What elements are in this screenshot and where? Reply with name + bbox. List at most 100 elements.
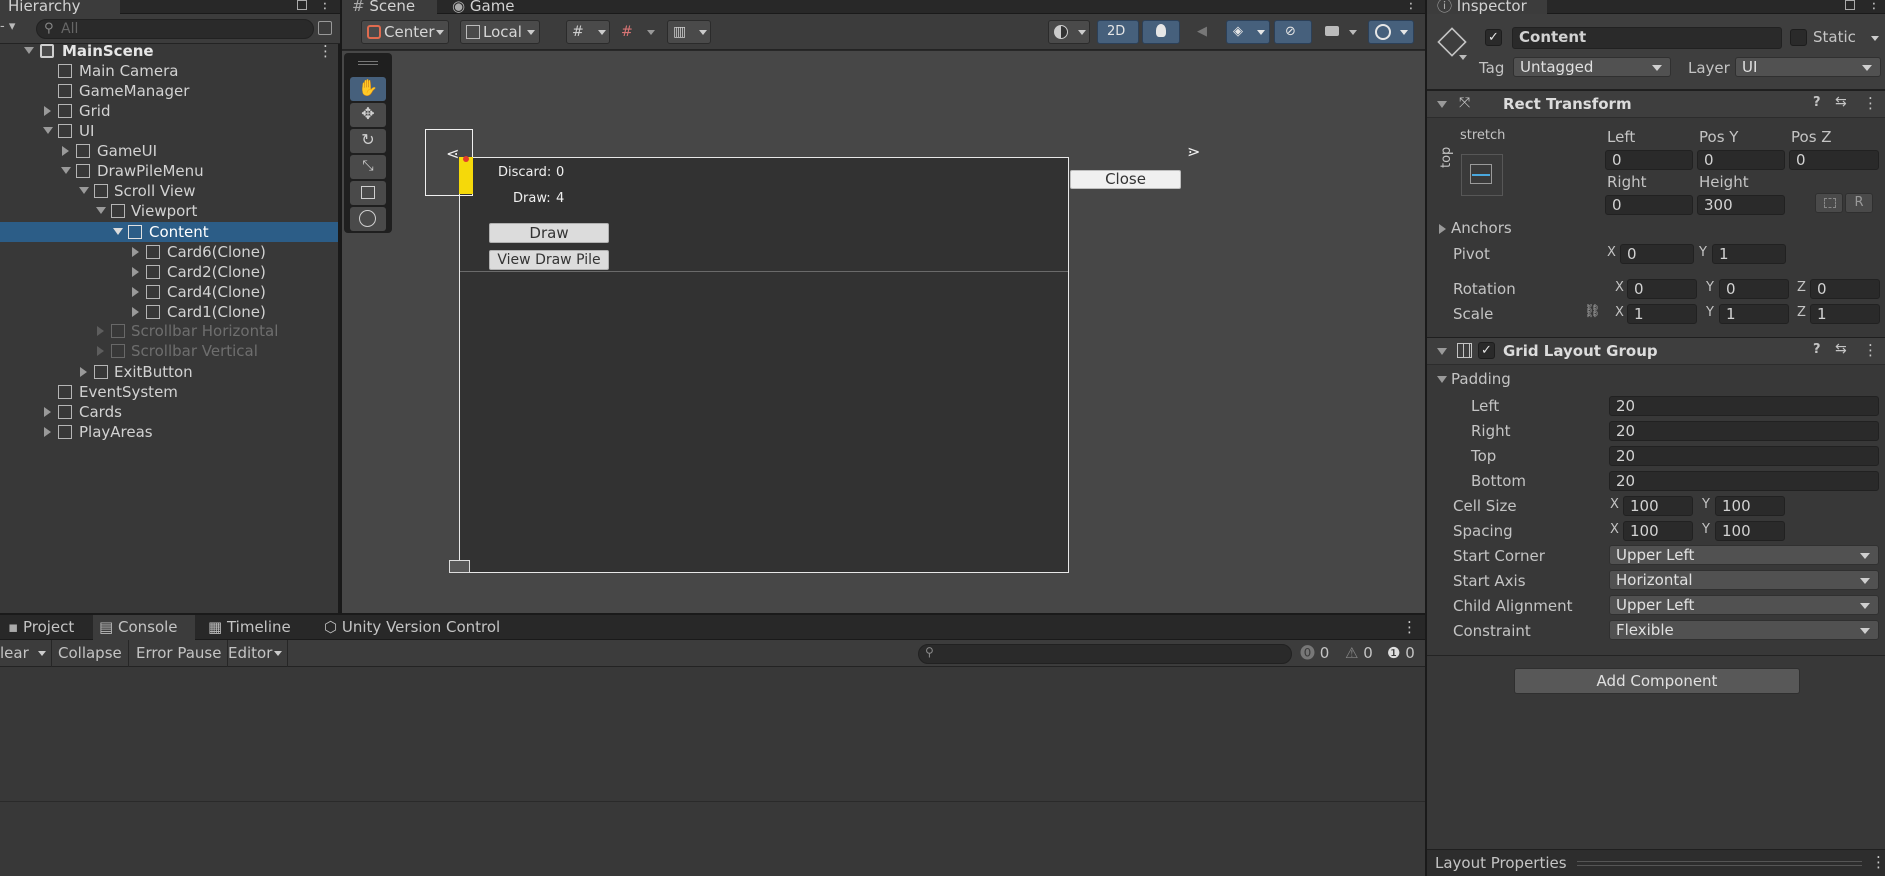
scale-y-field[interactable]: 1	[1719, 304, 1789, 324]
hierarchy-item-grid[interactable]: Grid	[0, 101, 340, 121]
hierarchy-item-card6[interactable]: Card6(Clone)	[0, 242, 340, 262]
static-dropdown-icon[interactable]	[1871, 36, 1879, 41]
scene-visibility-button[interactable]: ⊘	[1274, 20, 1312, 44]
expand-arrow-icon[interactable]	[80, 367, 87, 377]
expand-arrow-icon[interactable]	[1439, 224, 1446, 234]
static-checkbox[interactable]	[1790, 29, 1807, 46]
hierarchy-item-exitbutton[interactable]: ExitButton	[0, 362, 340, 382]
hierarchy-item-eventsystem[interactable]: EventSystem	[0, 382, 340, 402]
rect-transform-header[interactable]: ⤧ Rect Transform ? ⇆ ⋮	[1427, 90, 1885, 118]
grid-layout-header[interactable]: ✓ Grid Layout Group ? ⇆ ⋮	[1427, 337, 1885, 365]
pivot-y-field[interactable]: 1	[1712, 244, 1786, 264]
cell-size-x-field[interactable]: 100	[1623, 496, 1693, 516]
lock-icon[interactable]	[297, 0, 307, 10]
tab-hierarchy[interactable]: Hierarchy	[0, 0, 120, 14]
console-log-area[interactable]	[0, 668, 1425, 802]
toggle-2d-button[interactable]: 2D	[1097, 20, 1139, 44]
scene-menu-icon[interactable]: ⋮	[1404, 0, 1418, 12]
hierarchy-item-playareas[interactable]: PlayAreas	[0, 422, 340, 442]
expand-arrow-icon[interactable]	[132, 287, 139, 297]
padding-bottom-field[interactable]: 20	[1609, 471, 1879, 491]
console-menu-icon[interactable]: ⋮	[1402, 618, 1417, 636]
start-axis-dropdown[interactable]: Horizontal	[1609, 570, 1879, 590]
hierarchy-search-input[interactable]: ⚲ All	[36, 19, 314, 39]
object-name-field[interactable]: Content	[1512, 27, 1782, 49]
expand-arrow-icon[interactable]	[44, 427, 51, 437]
pivot-x-field[interactable]: 0	[1620, 244, 1694, 264]
anchor-top-right-icon[interactable]: ⋗	[1187, 142, 1200, 161]
hierarchy-item-card2[interactable]: Card2(Clone)	[0, 262, 340, 282]
collapse-arrow-icon[interactable]	[1437, 348, 1447, 355]
collapse-arrow-icon[interactable]	[79, 187, 89, 194]
tab-scene[interactable]: # Scene	[342, 0, 437, 14]
collapse-arrow-icon[interactable]	[24, 47, 34, 54]
hierarchy-item-ui[interactable]: UI	[0, 121, 340, 141]
scale-x-field[interactable]: 1	[1627, 304, 1697, 324]
anchor-presets-button[interactable]	[1461, 154, 1503, 196]
hierarchy-item-card1[interactable]: Card1(Clone)	[0, 302, 340, 322]
tag-dropdown[interactable]: Untagged	[1513, 57, 1671, 77]
gizmos-dropdown[interactable]	[1368, 20, 1414, 44]
scene-menu-icon[interactable]: ⋮	[318, 41, 333, 61]
collapse-arrow-icon[interactable]	[61, 167, 71, 174]
collapse-arrow-icon[interactable]	[96, 207, 106, 214]
padding-right-field[interactable]: 20	[1609, 421, 1879, 441]
lock-icon[interactable]	[1845, 0, 1855, 10]
editor-dropdown[interactable]: Editor	[224, 640, 288, 667]
hierarchy-item-card4[interactable]: Card4(Clone)	[0, 282, 340, 302]
console-search-input[interactable]: ⚲	[918, 644, 1292, 664]
scale-z-field[interactable]: 1	[1810, 304, 1880, 324]
hierarchy-item-main-camera[interactable]: Main Camera	[0, 61, 340, 81]
padding-top-field[interactable]: 20	[1609, 446, 1879, 466]
expand-arrow-icon[interactable]	[62, 146, 69, 156]
hierarchy-item-drawpilemenu[interactable]: DrawPileMenu	[0, 161, 340, 181]
rotation-z-field[interactable]: 0	[1810, 279, 1880, 299]
error-pause-button[interactable]: Error Pause	[130, 640, 229, 667]
scene-viewport[interactable]: ✋ ✥ ↻ ⤡ ⋖ ⋗ Discard: 0 Draw: 4 Draw View…	[342, 51, 1425, 613]
space-local-dropdown[interactable]: Local	[460, 20, 540, 44]
collapse-button[interactable]: Collapse	[52, 640, 129, 667]
hierarchy-item-gamemanager[interactable]: GameManager	[0, 81, 340, 101]
hierarchy-item-scroll-view[interactable]: Scroll View	[0, 181, 340, 201]
info-count-toggle[interactable]: ❶ 0	[1387, 642, 1423, 664]
spacing-y-field[interactable]: 100	[1715, 521, 1785, 541]
hierarchy-item-cards[interactable]: Cards	[0, 402, 340, 422]
preset-icon[interactable]: ⇆	[1835, 94, 1847, 110]
rect-right-field[interactable]: 0	[1605, 195, 1693, 215]
scale-tool-button[interactable]: ⤡	[350, 155, 386, 179]
hierarchy-item-content[interactable]: Content	[0, 222, 338, 242]
component-menu-icon[interactable]: ⋮	[1863, 341, 1878, 359]
help-icon[interactable]: ?	[1813, 342, 1821, 357]
lighting-toggle-button[interactable]	[1142, 20, 1180, 44]
panel-menu-icon[interactable]: ⋮	[318, 0, 332, 12]
collapse-arrow-icon[interactable]	[1437, 101, 1447, 108]
active-checkbox[interactable]: ✓	[1485, 29, 1502, 46]
preset-icon[interactable]: ⇆	[1835, 341, 1847, 357]
rotate-tool-button[interactable]: ↻	[350, 129, 386, 153]
overlay-drag-handle[interactable]	[358, 61, 378, 65]
padding-foldout[interactable]: Padding	[1435, 370, 1555, 390]
expand-arrow-icon[interactable]	[132, 247, 139, 257]
start-corner-dropdown[interactable]: Upper Left	[1609, 545, 1879, 565]
collapse-arrow-icon[interactable]	[43, 127, 53, 134]
panel-menu-icon[interactable]: ⋮	[1867, 0, 1881, 12]
cell-size-y-field[interactable]: 100	[1715, 496, 1785, 516]
transform-tool-button[interactable]	[350, 207, 386, 231]
hierarchy-item-mainscene[interactable]: MainScene ⋮	[0, 41, 340, 61]
effects-toggle-button[interactable]: ◈	[1226, 20, 1270, 44]
grid-layout-enabled-checkbox[interactable]: ✓	[1478, 342, 1495, 359]
collapse-arrow-icon[interactable]	[113, 228, 123, 235]
error-count-toggle[interactable]: ⓿ 0	[1300, 642, 1336, 664]
expand-arrow-icon[interactable]	[132, 307, 139, 317]
increment-snap-button[interactable]: ▥	[667, 20, 711, 44]
rect-posz-field[interactable]: 0	[1789, 150, 1879, 170]
resize-handle[interactable]	[1577, 861, 1862, 866]
tab-timeline[interactable]: ▦ Timeline	[202, 615, 297, 640]
tab-inspector[interactable]: ⓘ Inspector	[1427, 0, 1547, 14]
scene-search-icon[interactable]	[318, 21, 332, 35]
tab-game[interactable]: ◉ Game	[442, 0, 532, 14]
help-icon[interactable]: ?	[1813, 95, 1821, 110]
tab-console[interactable]: ▤ Console	[93, 615, 195, 640]
spacing-x-field[interactable]: 100	[1623, 521, 1693, 541]
expand-arrow-icon[interactable]	[97, 346, 104, 356]
